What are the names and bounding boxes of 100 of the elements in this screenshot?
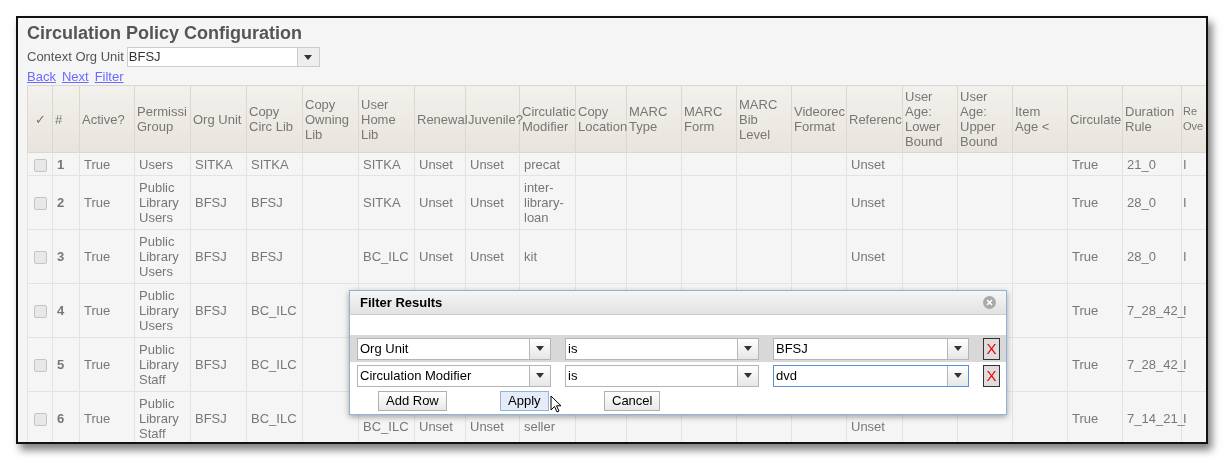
- remove-row-button[interactable]: X: [983, 364, 1000, 387]
- table-cell: BFSJ: [195, 249, 227, 264]
- dropdown-field[interactable]: Org Unit: [357, 337, 551, 360]
- column-header[interactable]: Duration Rule: [1122, 85, 1182, 153]
- row-checkbox[interactable]: [33, 359, 47, 373]
- table-cell: True: [1072, 303, 1099, 318]
- nav-link[interactable]: Filter: [94, 69, 124, 85]
- table-cell: 5: [57, 357, 65, 372]
- caret-icon: [536, 373, 544, 378]
- table-cell-text: Public Library Users: [139, 234, 180, 279]
- dropdown-value: is: [567, 366, 579, 385]
- table-cell: True: [84, 303, 111, 318]
- table-cell: Unset: [419, 156, 453, 172]
- column-header[interactable]: User Age: Upper Bound: [957, 85, 1013, 153]
- column-header[interactable]: Permissi Group: [134, 85, 191, 153]
- row-checkbox[interactable]: [33, 305, 47, 319]
- table-cell: 1: [57, 156, 65, 172]
- table-cell: Unset: [470, 419, 504, 434]
- column-header[interactable]: Circulate: [1067, 85, 1123, 153]
- dropdown-field[interactable]: is: [565, 337, 759, 360]
- dialog-title: Filter Results: [360, 293, 443, 312]
- table-cell: 28_0: [1127, 249, 1156, 264]
- row-checkbox[interactable]: [33, 197, 47, 211]
- caret-icon: [954, 346, 962, 351]
- table-cell: kit: [524, 249, 537, 264]
- column-header[interactable]: User Home Lib: [358, 85, 415, 153]
- dropdown-field[interactable]: BFSJ: [773, 337, 969, 360]
- column-header[interactable]: Copy Location: [575, 85, 627, 153]
- table-cell: BFSJ: [251, 249, 283, 264]
- dropdown-arrow-button[interactable]: [529, 365, 550, 386]
- table-cell-text: Public Library Staff: [139, 396, 180, 441]
- column-header[interactable]: Item Age <: [1012, 85, 1068, 153]
- table-cell: Unset: [419, 419, 453, 434]
- column-header[interactable]: Copy Owning Lib: [302, 85, 359, 153]
- dropdown-value: is: [567, 339, 579, 358]
- context-org-unit-dropdown[interactable]: BFSJ: [126, 47, 320, 67]
- table-cell: Users: [139, 156, 173, 172]
- row-checkbox[interactable]: [33, 251, 47, 265]
- dropdown-arrow-button[interactable]: [947, 365, 968, 386]
- dropdown-field[interactable]: Circulation Modifier: [357, 364, 551, 387]
- dropdown-arrow-button[interactable]: [529, 338, 550, 359]
- dropdown-value: BFSJ: [775, 339, 809, 358]
- column-header[interactable]: Copy Circ Lib: [246, 85, 303, 153]
- table-cell: seller: [524, 419, 556, 434]
- table-cell: BFSJ: [195, 195, 227, 210]
- table-cell: True: [1072, 411, 1099, 426]
- dialog-button[interactable]: Add Row: [378, 391, 447, 411]
- table-cell: True: [1072, 249, 1099, 264]
- table-cell: SITKA: [363, 156, 401, 172]
- table-cell: Unset: [470, 249, 504, 264]
- table-cell: Unset: [851, 156, 885, 172]
- table-cell: Unset: [470, 195, 504, 210]
- caret-icon: [744, 373, 752, 378]
- dialog-button[interactable]: Apply: [500, 391, 549, 411]
- column-header[interactable]: Active?: [79, 85, 135, 153]
- page-title: Circulation Policy Configuration: [27, 22, 302, 45]
- table-cell: BC_ILC: [251, 303, 297, 318]
- table-cell: I: [1183, 249, 1187, 264]
- nav-link[interactable]: Next: [61, 69, 89, 85]
- dropdown-value: dvd: [775, 366, 798, 385]
- column-header[interactable]: Org Unit: [190, 85, 247, 153]
- column-header[interactable]: User Age: Lower Bound: [902, 85, 958, 153]
- remove-row-button[interactable]: X: [983, 337, 1000, 360]
- table-cell: BC_ILC: [251, 357, 297, 372]
- row-checkbox[interactable]: [33, 413, 47, 427]
- dropdown-arrow-button[interactable]: [947, 338, 968, 359]
- dropdown-value: Circulation Modifier: [359, 366, 473, 385]
- dropdown-arrow-button[interactable]: [296, 48, 319, 66]
- table-cell: SITKA: [195, 156, 233, 172]
- column-header[interactable]: #: [52, 85, 80, 153]
- dropdown-arrow-button[interactable]: [737, 365, 758, 386]
- row-checkbox[interactable]: [33, 158, 47, 172]
- table-cell: I: [1183, 357, 1187, 372]
- table-cell: True: [1072, 156, 1099, 172]
- table-cell: True: [84, 249, 111, 264]
- column-header[interactable]: MARC Bib Level: [736, 85, 792, 153]
- column-header[interactable]: MARC Form: [681, 85, 737, 153]
- dropdown-field[interactable]: is: [565, 364, 759, 387]
- table-cell: 3: [57, 249, 65, 264]
- dropdown-value: Org Unit: [359, 339, 410, 358]
- column-header[interactable]: Re Ove: [1181, 85, 1206, 153]
- column-header[interactable]: Videorec Format: [791, 85, 847, 153]
- column-header[interactable]: MARC Type: [626, 85, 682, 153]
- table-cell: I: [1183, 195, 1187, 210]
- table-cell: Unset: [851, 419, 885, 434]
- column-header[interactable]: Referenc: [846, 85, 903, 153]
- table-cell-text: Public Library Users: [139, 180, 180, 225]
- table-cell: BFSJ: [195, 411, 227, 426]
- table-cell: BFSJ: [195, 357, 227, 372]
- column-header[interactable]: ✓: [27, 85, 53, 153]
- table-cell: Unset: [419, 195, 453, 210]
- table-cell: I: [1183, 411, 1187, 426]
- nav-link[interactable]: Back: [27, 69, 56, 85]
- caret-icon: [536, 346, 544, 351]
- table-cell: True: [1072, 357, 1099, 372]
- caret-icon: [954, 373, 962, 378]
- table-cell: True: [84, 195, 111, 210]
- dropdown-arrow-button[interactable]: [737, 338, 758, 359]
- dialog-button[interactable]: Cancel: [604, 391, 661, 411]
- dropdown-field[interactable]: dvd: [773, 364, 969, 387]
